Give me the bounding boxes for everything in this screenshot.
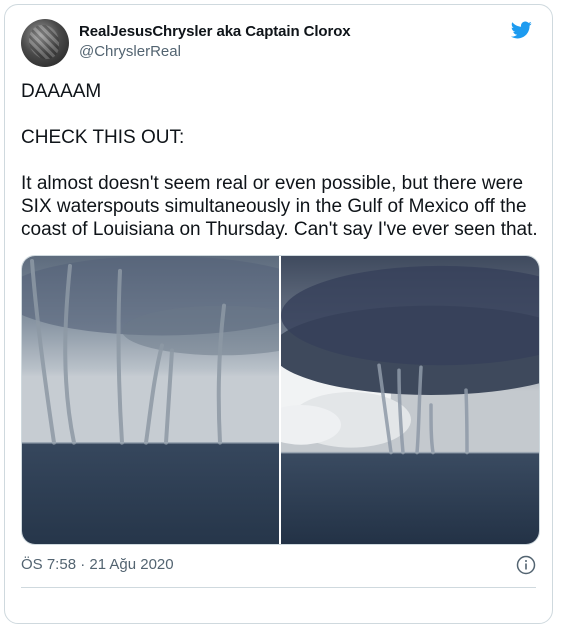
- author-display-name[interactable]: RealJesusChrysler aka Captain Clorox: [79, 23, 351, 40]
- tweet-card[interactable]: RealJesusChrysler aka Captain Clorox @Ch…: [4, 4, 553, 624]
- info-icon[interactable]: [516, 555, 536, 575]
- tweet-timestamp[interactable]: ÖS 7:58 · 21 Ağu 2020: [21, 556, 174, 573]
- waterspout-photo-right[interactable]: [281, 256, 540, 544]
- author-handle[interactable]: @ChryslerReal: [79, 43, 181, 60]
- waterspout-photo-left[interactable]: [22, 256, 279, 544]
- twitter-bird-icon[interactable]: [508, 19, 534, 41]
- footer-divider: [21, 587, 536, 588]
- tweet-text: DAAAAM CHECK THIS OUT: It almost doesn't…: [21, 81, 538, 240]
- tweet-media[interactable]: [21, 255, 540, 545]
- tweet-header: RealJesusChrysler aka Captain Clorox @Ch…: [21, 19, 536, 71]
- avatar[interactable]: [21, 19, 69, 67]
